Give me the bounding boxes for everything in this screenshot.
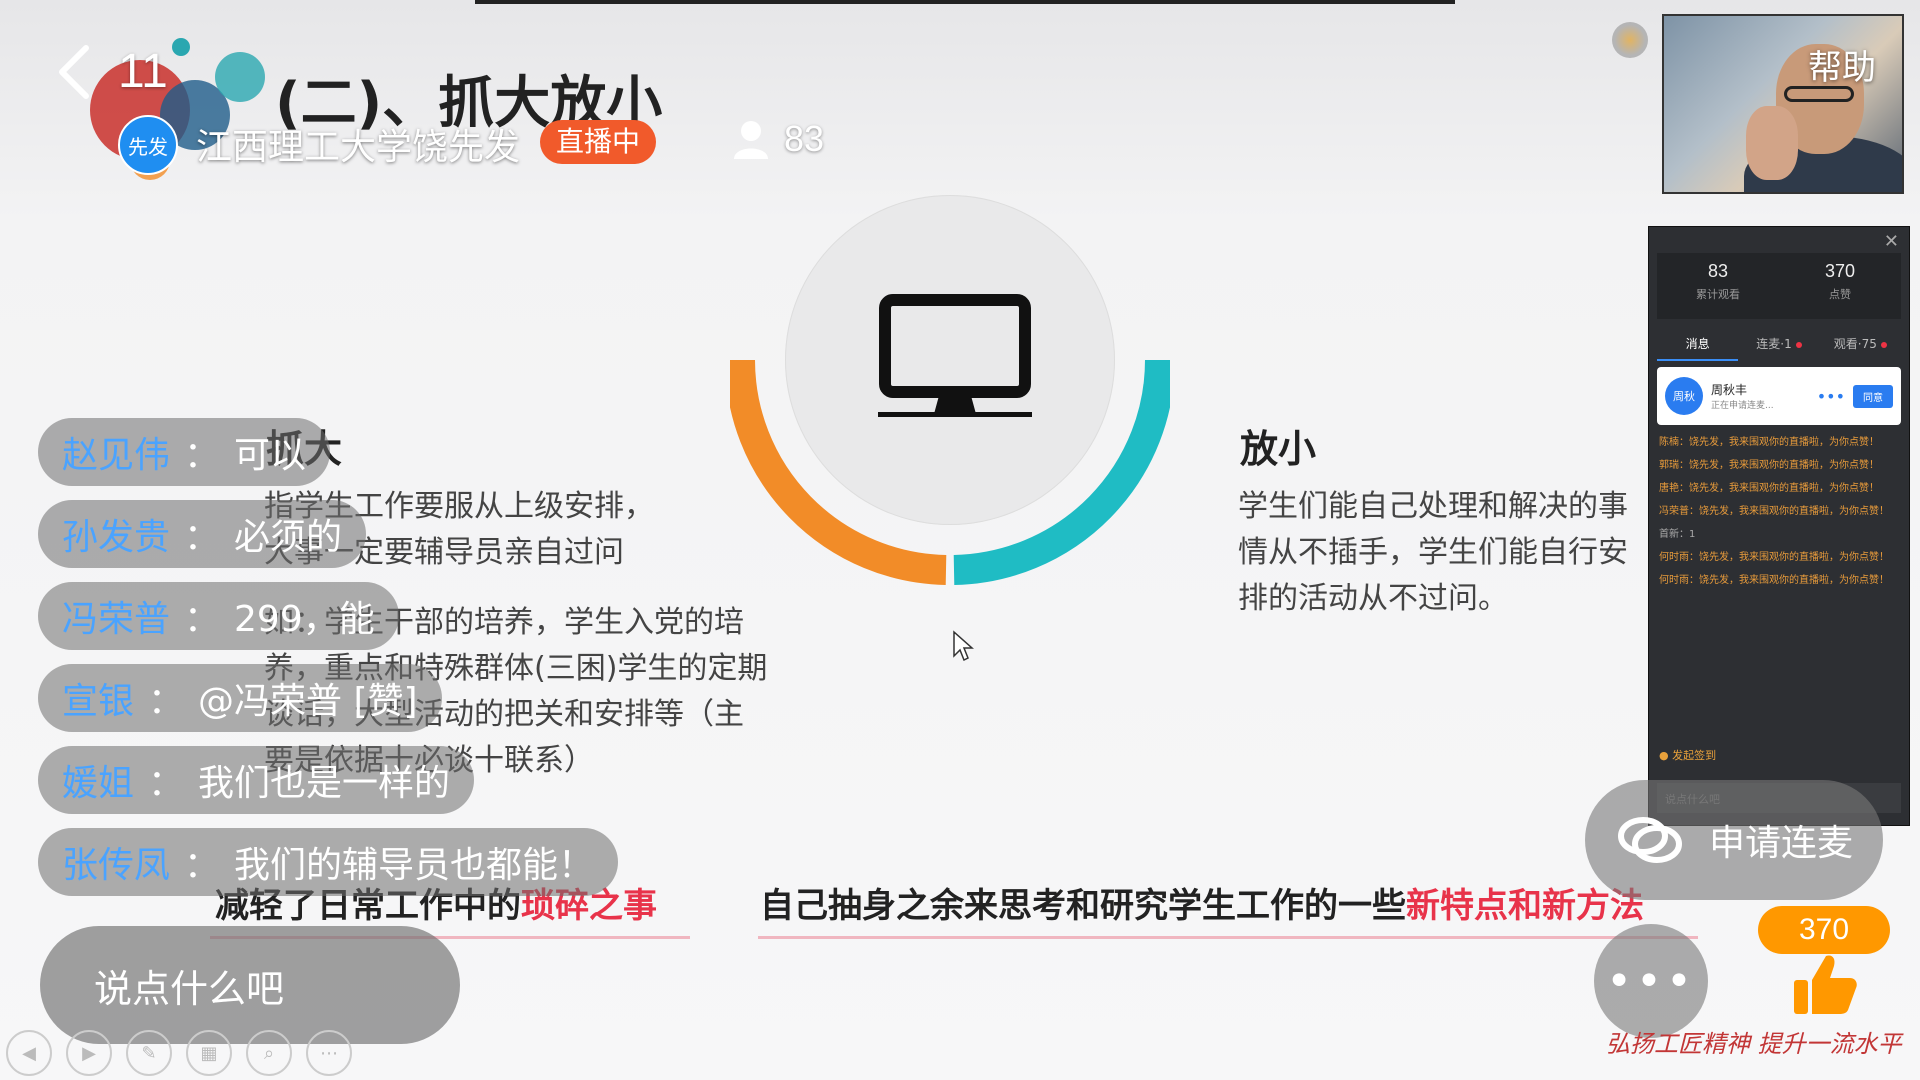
comment-item: 孙发贵：必须的 [38, 500, 367, 568]
comment-input[interactable]: 说点什么吧 [40, 926, 460, 1044]
comment-item: 赵见伟：可以 [38, 418, 331, 486]
stats-bar: 83 累计观看 370 点赞 [1657, 253, 1901, 319]
chat-tabs: 消息 连麦·1 观看·75 [1657, 327, 1901, 361]
user-icon [734, 121, 768, 159]
chat-message: 唐艳：饶先发，我来围观你的直播啦，为你点赞！ [1659, 483, 1879, 494]
comment-item: 宣银： @冯荣普 [赞] [38, 664, 442, 732]
stat-likes: 370 点赞 [1824, 261, 1856, 301]
live-badge: 直播中 [540, 120, 657, 164]
decorative-circle [172, 38, 190, 56]
chat-message: 陈楠：饶先发，我来围观你的直播啦，为你点赞！ [1659, 437, 1879, 448]
tab-messages[interactable]: 消息 [1657, 327, 1739, 361]
tab-connect[interactable]: 连麦·1 [1738, 327, 1819, 361]
connect-request-card: 周秋 周秋丰 正在申请连麦... ••• 同意 [1657, 367, 1901, 425]
more-options-button[interactable]: ••• [1594, 924, 1708, 1038]
chat-message: 郭瑞：饶先发，我来围观你的直播啦，为你点赞！ [1659, 460, 1879, 471]
back-icon[interactable] [52, 42, 96, 102]
viewer-count-group: 83 [732, 118, 824, 160]
more-tools-icon[interactable]: ⋯ [306, 1030, 352, 1076]
bottom-right-statement: 自己抽身之余来思考和研究学生工作的一些新特点和新方法 [760, 886, 1644, 926]
stat-views: 83 累计观看 [1696, 261, 1740, 301]
host-name: 江西理工大学饶先发 [196, 127, 521, 168]
decorative-circle [215, 52, 265, 102]
grid-icon[interactable]: ▦ [186, 1030, 232, 1076]
link-icon [1618, 817, 1682, 863]
more-icon[interactable]: ••• [1817, 387, 1845, 406]
chat-message: 何时雨：饶先发，我来围观你的直播啦，为你点赞！ [1659, 552, 1889, 563]
page-counter: 11 [118, 45, 168, 98]
chat-message: 冯荣普：饶先发，我来围观你的直播啦，为你点赞！ [1659, 506, 1889, 517]
top-border [475, 0, 1455, 4]
camera-person [1746, 106, 1798, 180]
like-count-badge: 370 [1758, 906, 1890, 954]
viewer-count: 83 [784, 118, 825, 159]
comment-item: 张传凤：我们的辅导员也都能！ [38, 828, 619, 896]
thumbs-up-icon[interactable] [1790, 950, 1860, 1020]
tab-viewers[interactable]: 观看·75 [1820, 327, 1901, 361]
chat-message: 何时雨：饶先发，我来围观你的直播啦，为你点赞！ [1659, 575, 1889, 586]
comment-item: 媛姐：我们也是一样的 [38, 746, 475, 814]
live-chat-panel: ✕ 83 累计观看 370 点赞 消息 连麦·1 观看·75 周秋 周秋丰 正在… [1648, 226, 1910, 826]
avatar: 周秋 [1665, 377, 1703, 415]
comment-item: 冯荣普： 299，能 [38, 582, 399, 650]
mouse-cursor-icon [953, 630, 974, 662]
chat-messages: 陈楠：饶先发，我来围观你的直播啦，为你点赞！ 郭瑞：饶先发，我来围观你的直播啦，… [1659, 435, 1903, 596]
monitor-icon [878, 294, 1032, 417]
slide-toolbar: ◀ ▶ ✎ ▦ ⌕ ⋯ [6, 1030, 352, 1076]
right-text: 学生们能自己处理和解决的事 情从不插手，学生们能自行安 排的活动从不过问。 [1238, 489, 1628, 616]
close-icon[interactable]: ✕ [1884, 231, 1899, 252]
host-avatar[interactable]: 先发 [118, 115, 178, 175]
sign-in-button[interactable]: ● 发起签到 [1659, 747, 1716, 763]
chat-message: 首新：1 [1659, 529, 1696, 540]
request-connect-button[interactable]: 申请连麦 [1585, 780, 1883, 900]
accept-button[interactable]: 同意 [1853, 384, 1893, 408]
pen-icon[interactable]: ✎ [126, 1030, 172, 1076]
underline [758, 936, 1698, 939]
signature-watermark: 弘扬工匠精神 提升一流水平 [1606, 1030, 1902, 1058]
zoom-icon[interactable]: ⌕ [246, 1030, 292, 1076]
small-status-icon [1612, 22, 1648, 58]
prev-icon[interactable]: ◀ [6, 1030, 52, 1076]
help-button[interactable]: 帮助 [1808, 40, 1876, 89]
next-icon[interactable]: ▶ [66, 1030, 112, 1076]
right-heading: 放小 [1240, 427, 1317, 471]
